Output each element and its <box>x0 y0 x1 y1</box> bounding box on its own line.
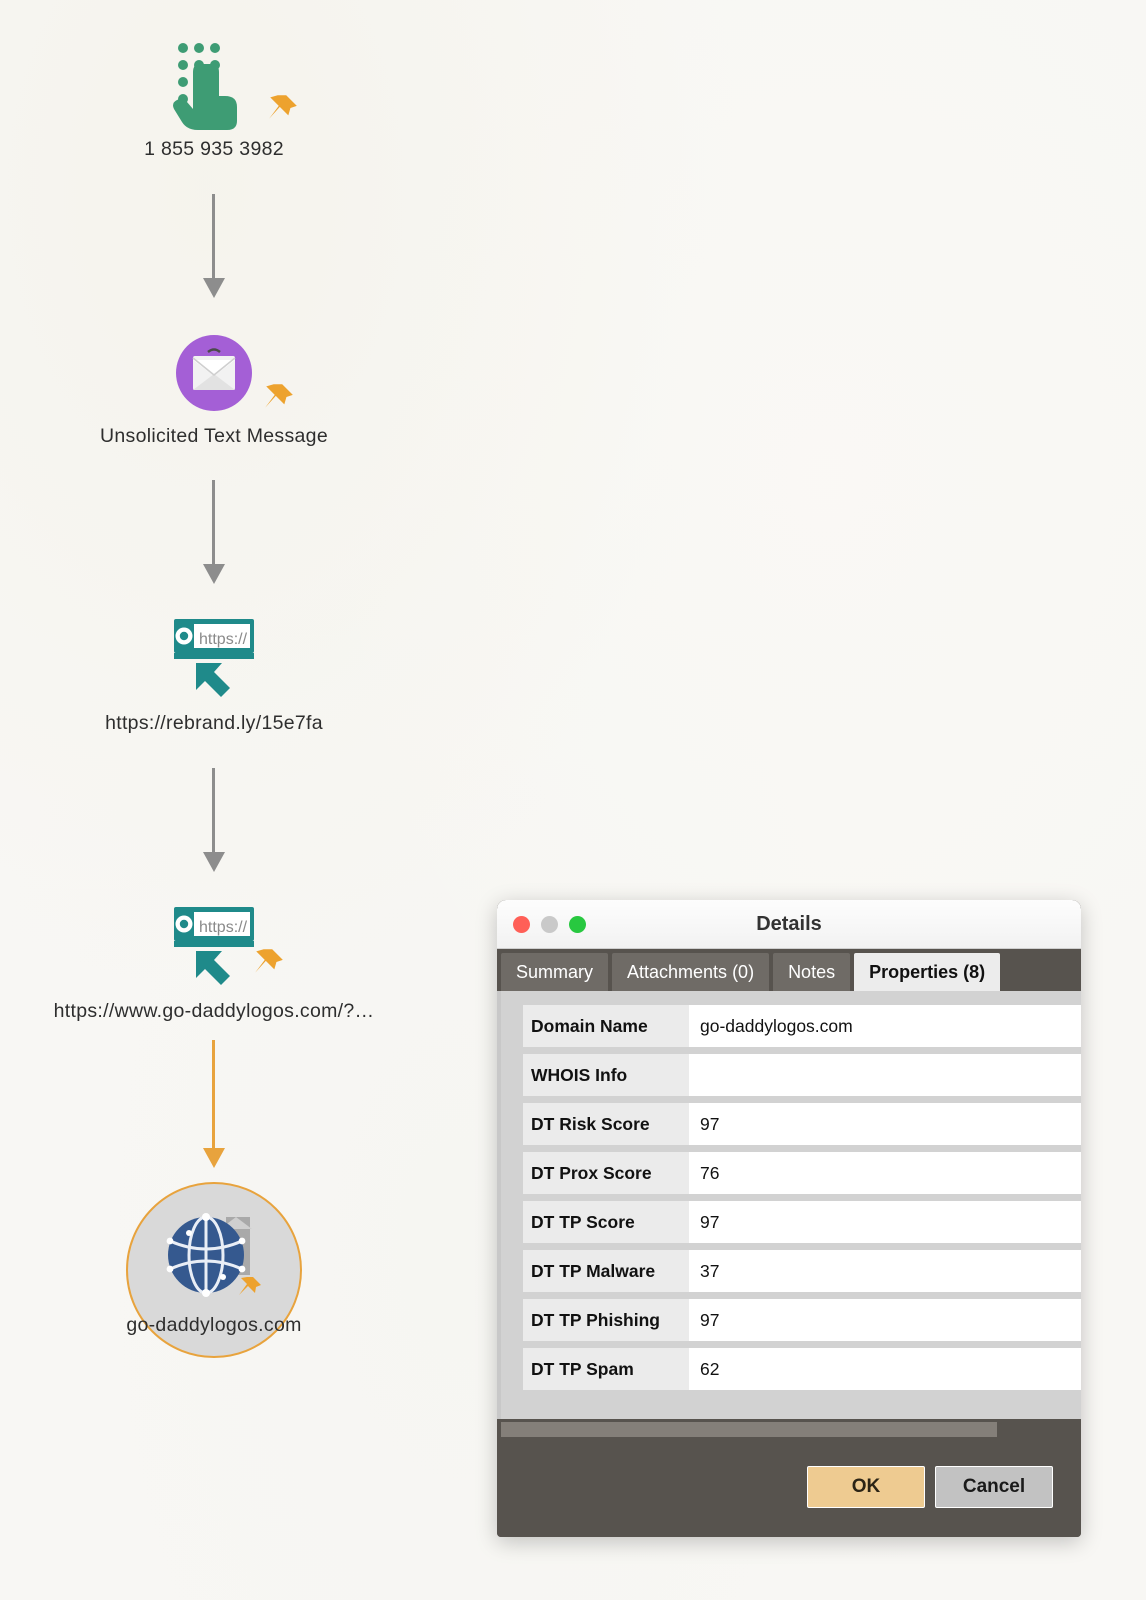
property-key: DT TP Score <box>523 1201 689 1243</box>
pin-icon <box>269 95 297 119</box>
table-row[interactable]: DT TP Score 97 <box>523 1201 1081 1243</box>
edge-url1-to-url2-line <box>212 768 215 856</box>
pin-icon <box>265 384 293 408</box>
table-row[interactable]: DT TP Phishing 97 <box>523 1299 1081 1341</box>
graph-node-url1-label: https://rebrand.ly/15e7fa <box>105 712 323 734</box>
graph-node-domain-label: go-daddylogos.com <box>126 1314 302 1336</box>
table-row[interactable]: DT TP Malware 37 <box>523 1250 1081 1292</box>
property-value: 62 <box>689 1348 1081 1390</box>
url-icon: https:// <box>4 900 424 996</box>
horizontal-scrollbar[interactable] <box>497 1419 1081 1437</box>
property-key: Domain Name <box>523 1005 689 1047</box>
tab-attachments[interactable]: Attachments (0) <box>612 953 770 991</box>
url-icon: https:// <box>4 612 424 708</box>
graph-node-url2-label: https://www.go-daddylogos.com/?… <box>53 1000 375 1022</box>
svg-text:https://: https:// <box>199 631 248 648</box>
dialog-titlebar[interactable]: Details <box>497 900 1081 949</box>
edge-message-to-url1-line <box>212 480 215 568</box>
properties-panel: Domain Name go-daddylogos.com WHOIS Info… <box>497 991 1081 1419</box>
edge-url2-to-domain-head <box>203 1148 225 1168</box>
tab-notes[interactable]: Notes <box>773 953 851 991</box>
tab-properties[interactable]: Properties (8) <box>854 953 1001 991</box>
horizontal-scrollbar-thumb[interactable] <box>501 1422 997 1437</box>
phone-dial-icon <box>4 38 424 134</box>
table-row[interactable]: DT TP Spam 62 <box>523 1348 1081 1390</box>
property-value: 97 <box>689 1201 1081 1243</box>
edge-phone-to-message-line <box>212 194 215 282</box>
graph-node-phone[interactable]: 1 855 935 3982 <box>4 38 424 161</box>
ok-button[interactable]: OK <box>807 1466 925 1508</box>
property-value <box>689 1054 1081 1096</box>
graph-node-message-label: Unsolicited Text Message <box>100 425 328 447</box>
property-key: DT TP Malware <box>523 1250 689 1292</box>
edge-url1-to-url2-head <box>203 852 225 872</box>
graph-node-url2[interactable]: https:// https://www.go-daddylogos.com/?… <box>4 900 424 1023</box>
property-key: DT TP Phishing <box>523 1299 689 1341</box>
table-row[interactable]: Domain Name go-daddylogos.com <box>523 1005 1081 1047</box>
graph-node-url1[interactable]: https:// https://rebrand.ly/15e7fa <box>4 612 424 735</box>
text-message-icon <box>4 325 424 421</box>
tab-summary[interactable]: Summary <box>501 953 609 991</box>
property-value: 97 <box>689 1103 1081 1145</box>
property-value: 37 <box>689 1250 1081 1292</box>
svg-text:https://: https:// <box>199 919 248 936</box>
graph-node-phone-label: 1 855 935 3982 <box>144 138 284 160</box>
details-dialog: Details Summary Attachments (0) Notes Pr… <box>497 900 1081 1537</box>
table-row[interactable]: DT Risk Score 97 <box>523 1103 1081 1145</box>
property-value: go-daddylogos.com <box>689 1005 1081 1047</box>
table-row[interactable]: DT Prox Score 76 <box>523 1152 1081 1194</box>
edge-message-to-url1-head <box>203 564 225 584</box>
property-key: WHOIS Info <box>523 1054 689 1096</box>
property-key: DT Prox Score <box>523 1152 689 1194</box>
table-row[interactable]: WHOIS Info <box>523 1054 1081 1096</box>
graph-node-domain[interactable]: go-daddylogos.com <box>4 1200 424 1337</box>
graph-node-message[interactable]: Unsolicited Text Message <box>4 325 424 448</box>
property-value: 97 <box>689 1299 1081 1341</box>
dialog-tabstrip: Summary Attachments (0) Notes Properties… <box>497 949 1081 991</box>
dialog-title: Details <box>756 912 822 935</box>
property-key: DT TP Spam <box>523 1348 689 1390</box>
property-value: 76 <box>689 1152 1081 1194</box>
dialog-footer: OK Cancel <box>497 1437 1081 1537</box>
cancel-button[interactable]: Cancel <box>935 1466 1053 1508</box>
edge-phone-to-message-head <box>203 278 225 298</box>
domain-globe-icon <box>4 1200 424 1310</box>
property-key: DT Risk Score <box>523 1103 689 1145</box>
edge-url2-to-domain-line <box>212 1040 215 1152</box>
pin-icon <box>255 949 283 973</box>
